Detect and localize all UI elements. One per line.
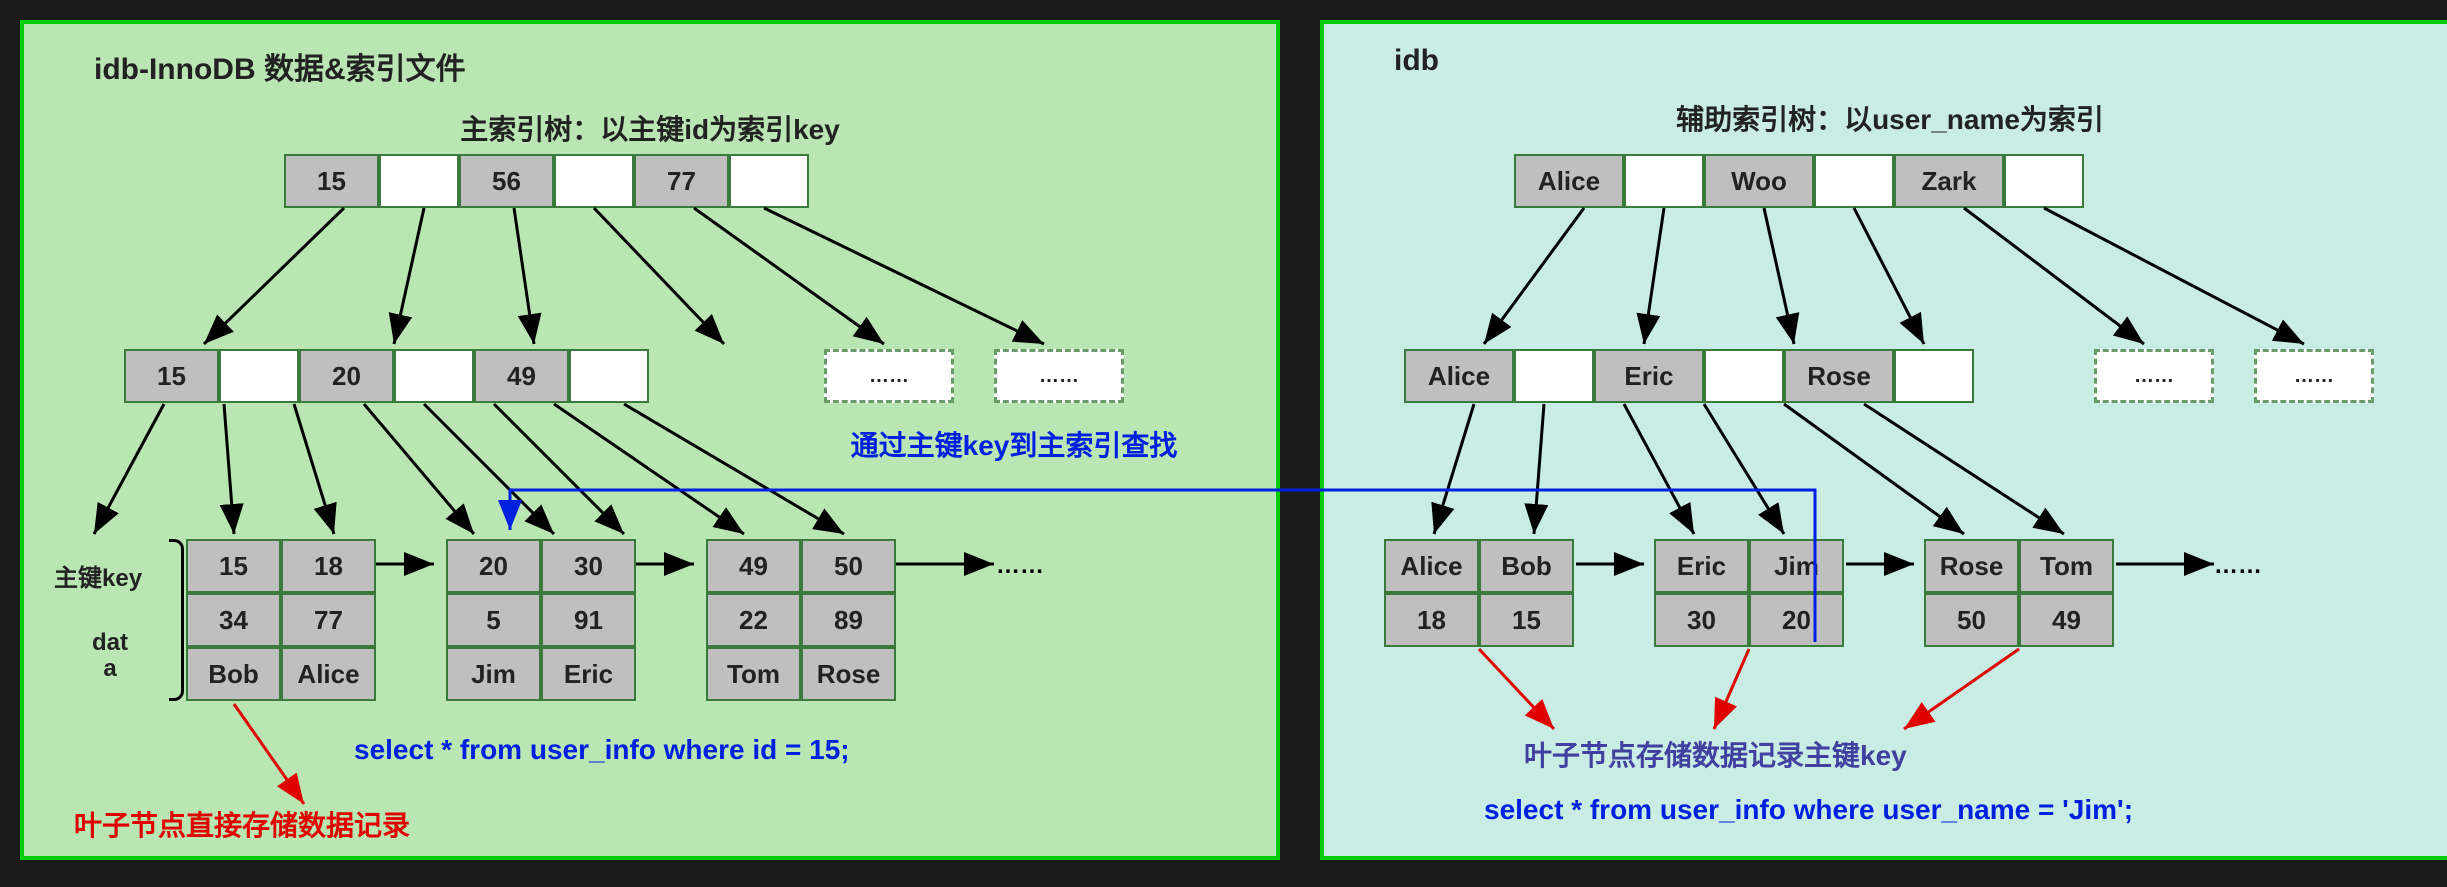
dashed-node: …… — [994, 349, 1124, 403]
left-panel-title: idb-InnoDB 数据&索引文件 — [94, 44, 1246, 88]
leaf-label-key: 主键key — [54, 558, 166, 593]
leaf-label-box: 主键key dat a — [54, 539, 174, 701]
left-panel: idb-InnoDB 数据&索引文件 主索引树：以主键id为索引key 15 5… — [20, 20, 1280, 860]
leaf-block-1: 1518 3477 BobAlice — [186, 539, 376, 701]
leaf-block-1: AliceBob 1815 — [1384, 539, 1574, 647]
cell — [379, 154, 459, 208]
cell: 15 — [124, 349, 219, 403]
right-panel-title: idb — [1394, 44, 2426, 78]
right-mid-node: Alice Eric Rose — [1404, 349, 1974, 403]
cell — [554, 154, 634, 208]
right-root-node: Alice Woo Zark — [1514, 154, 2084, 208]
leaf-block-2: 2030 591 JimEric — [446, 539, 636, 701]
right-panel: idb 辅助索引树：以user_name为索引 Alice Woo Zark A… — [1320, 20, 2447, 860]
cell: 49 — [474, 349, 569, 403]
cell — [569, 349, 649, 403]
right-tree-title: 辅助索引树：以user_name为索引 — [1354, 98, 2426, 138]
cell: 77 — [634, 154, 729, 208]
left-tree-title: 主索引树：以主键id为索引key — [54, 108, 1246, 148]
right-leaf-note: 叶子节点存储数据记录主键key — [1524, 734, 1907, 774]
cell: 15 — [284, 154, 379, 208]
cell — [729, 154, 809, 208]
cell: 20 — [299, 349, 394, 403]
leaf-label-data: dat a — [54, 630, 166, 683]
cell — [219, 349, 299, 403]
leaf-block-2: EricJim 3020 — [1654, 539, 1844, 647]
left-sql: select * from user_info where id = 15; — [354, 734, 850, 766]
right-sql: select * from user_info where user_name … — [1484, 794, 2133, 826]
leaf-ellipsis: …… — [996, 539, 1044, 593]
right-leaf-row: AliceBob 1815 EricJim 3020 RoseTom 5049 … — [1384, 539, 2262, 647]
left-root-node: 15 56 77 — [284, 154, 809, 208]
diagram-container: idb-InnoDB 数据&索引文件 主索引树：以主键id为索引key 15 5… — [20, 20, 2447, 860]
cell — [394, 349, 474, 403]
leaf-block-3: RoseTom 5049 — [1924, 539, 2114, 647]
left-leaf-row: 主键key dat a 1518 3477 BobAlice 2030 591 … — [54, 539, 1044, 701]
left-leaf-note: 叶子节点直接存储数据记录 — [74, 804, 410, 844]
dashed-node: …… — [824, 349, 954, 403]
left-mid-node: 15 20 49 — [124, 349, 649, 403]
lookup-note: 通过主键key到主索引查找 — [834, 424, 1194, 464]
cell: 56 — [459, 154, 554, 208]
leaf-block-3: 4950 2289 TomRose — [706, 539, 896, 701]
